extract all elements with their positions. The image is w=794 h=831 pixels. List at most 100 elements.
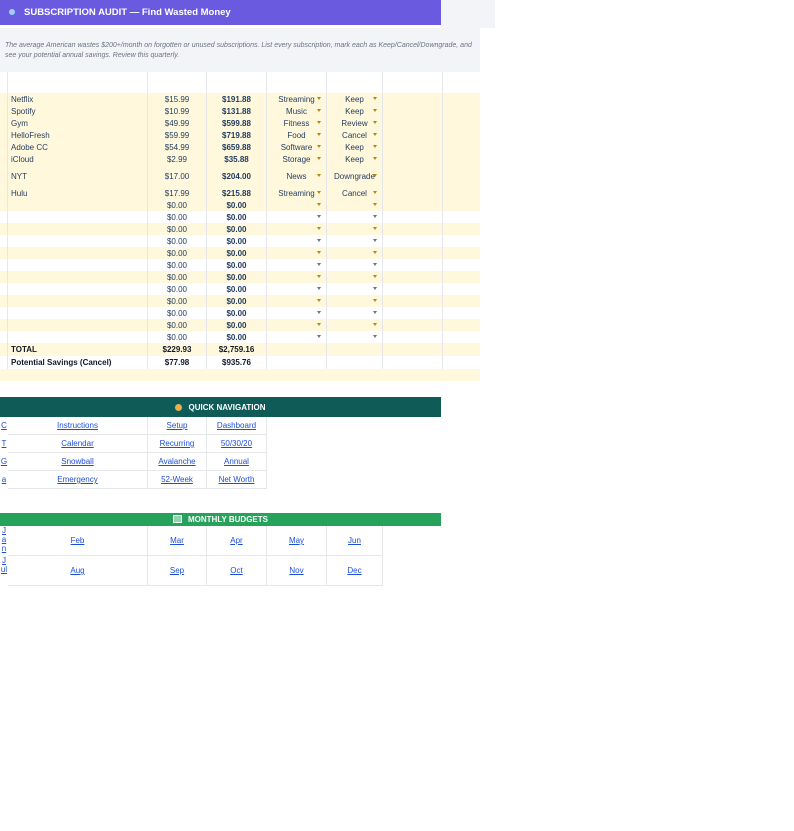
monthly-cost[interactable]: $0.00 [148, 283, 207, 295]
dropdown-arrow-icon[interactable] [317, 97, 321, 100]
category-select[interactable] [267, 247, 327, 259]
subscription-name[interactable]: NYT [8, 165, 148, 187]
nav-link-52-week[interactable]: 52-Week [161, 475, 193, 484]
monthly-cost[interactable]: $49.99 [148, 117, 207, 129]
dropdown-arrow-icon[interactable] [373, 203, 377, 206]
dropdown-arrow-icon[interactable] [317, 275, 321, 278]
subscription-name[interactable] [8, 319, 148, 331]
dropdown-arrow-icon[interactable] [373, 287, 377, 290]
category-select[interactable]: Fitness [267, 117, 327, 129]
budget-link-feb[interactable]: Feb [71, 536, 85, 545]
category-select[interactable]: Streaming [267, 93, 327, 105]
subscription-name[interactable] [8, 223, 148, 235]
monthly-cost[interactable]: $0.00 [148, 307, 207, 319]
category-select[interactable] [267, 271, 327, 283]
budget-link-mar[interactable]: Mar [170, 536, 184, 545]
monthly-cost[interactable]: $0.00 [148, 211, 207, 223]
nav-link-50-30-20[interactable]: 50/30/20 [221, 439, 252, 448]
subscription-name[interactable] [8, 247, 148, 259]
dropdown-arrow-icon[interactable] [317, 239, 321, 242]
subscription-name[interactable] [8, 295, 148, 307]
nav-link-calendar[interactable]: Calendar [61, 439, 93, 448]
subscription-name[interactable]: Netflix [8, 93, 148, 105]
budget-link-apr[interactable]: Apr [230, 536, 242, 545]
action-select[interactable]: Keep [327, 105, 383, 117]
dropdown-arrow-icon[interactable] [317, 215, 321, 218]
monthly-cost[interactable]: $0.00 [148, 295, 207, 307]
budget-side-link[interactable]: Jul [0, 556, 8, 586]
monthly-cost[interactable]: $0.00 [148, 319, 207, 331]
budget-link-oct[interactable]: Oct [230, 566, 242, 575]
subscription-name[interactable] [8, 235, 148, 247]
category-select[interactable]: Food [267, 129, 327, 141]
category-select[interactable]: News [267, 165, 327, 187]
dropdown-arrow-icon[interactable] [317, 157, 321, 160]
dropdown-arrow-icon[interactable] [373, 299, 377, 302]
nav-link-snowball[interactable]: Snowball [61, 457, 93, 466]
action-select[interactable]: Keep [327, 141, 383, 153]
nav-link-instructions[interactable]: Instructions [57, 421, 98, 430]
action-select[interactable] [327, 235, 383, 247]
monthly-cost[interactable]: $0.00 [148, 223, 207, 235]
dropdown-arrow-icon[interactable] [317, 191, 321, 194]
subscription-name[interactable]: Hulu [8, 187, 148, 199]
dropdown-arrow-icon[interactable] [373, 145, 377, 148]
dropdown-arrow-icon[interactable] [317, 263, 321, 266]
action-select[interactable]: Cancel [327, 129, 383, 141]
action-select[interactable] [327, 283, 383, 295]
nav-side-link[interactable]: G [0, 453, 8, 471]
subscription-name[interactable] [8, 199, 148, 211]
nav-link-setup[interactable]: Setup [167, 421, 188, 430]
budget-link-dec[interactable]: Dec [347, 566, 361, 575]
subscription-name[interactable]: iCloud [8, 153, 148, 165]
dropdown-arrow-icon[interactable] [317, 203, 321, 206]
monthly-cost[interactable]: $10.99 [148, 105, 207, 117]
budget-side-link[interactable]: Jan [0, 526, 8, 556]
dropdown-arrow-icon[interactable] [373, 227, 377, 230]
monthly-cost[interactable]: $0.00 [148, 199, 207, 211]
subscription-name[interactable] [8, 211, 148, 223]
category-select[interactable] [267, 331, 327, 343]
monthly-cost[interactable]: $17.00 [148, 165, 207, 187]
action-select[interactable] [327, 259, 383, 271]
action-select[interactable]: Keep [327, 153, 383, 165]
category-select[interactable] [267, 259, 327, 271]
dropdown-arrow-icon[interactable] [317, 174, 321, 177]
nav-link-net-worth[interactable]: Net Worth [219, 475, 255, 484]
nav-link-emergency[interactable]: Emergency [57, 475, 97, 484]
action-select[interactable] [327, 295, 383, 307]
dropdown-arrow-icon[interactable] [317, 121, 321, 124]
action-select[interactable] [327, 271, 383, 283]
monthly-cost[interactable]: $0.00 [148, 331, 207, 343]
budget-link-jun[interactable]: Jun [348, 536, 361, 545]
dropdown-arrow-icon[interactable] [373, 323, 377, 326]
nav-link-annual[interactable]: Annual [224, 457, 249, 466]
category-select[interactable]: Storage [267, 153, 327, 165]
subscription-name[interactable]: Gym [8, 117, 148, 129]
action-select[interactable]: Cancel [327, 187, 383, 199]
category-select[interactable] [267, 211, 327, 223]
category-select[interactable] [267, 295, 327, 307]
nav-side-link[interactable]: a [0, 471, 8, 489]
dropdown-arrow-icon[interactable] [317, 299, 321, 302]
dropdown-arrow-icon[interactable] [373, 335, 377, 338]
action-select[interactable] [327, 199, 383, 211]
monthly-cost[interactable]: $54.99 [148, 141, 207, 153]
dropdown-arrow-icon[interactable] [373, 97, 377, 100]
nav-side-link[interactable]: C [0, 417, 8, 435]
dropdown-arrow-icon[interactable] [373, 251, 377, 254]
nav-link-recurring[interactable]: Recurring [160, 439, 195, 448]
dropdown-arrow-icon[interactable] [317, 145, 321, 148]
budget-link-may[interactable]: May [289, 536, 304, 545]
monthly-cost[interactable]: $0.00 [148, 247, 207, 259]
budget-link-sep[interactable]: Sep [170, 566, 184, 575]
dropdown-arrow-icon[interactable] [373, 311, 377, 314]
action-select[interactable] [327, 247, 383, 259]
nav-link-avalanche[interactable]: Avalanche [158, 457, 195, 466]
subscription-name[interactable]: HelloFresh [8, 129, 148, 141]
action-select[interactable]: Keep [327, 93, 383, 105]
subscription-name[interactable] [8, 307, 148, 319]
nav-side-link[interactable]: T [0, 435, 8, 453]
category-select[interactable]: Software [267, 141, 327, 153]
action-select[interactable] [327, 331, 383, 343]
